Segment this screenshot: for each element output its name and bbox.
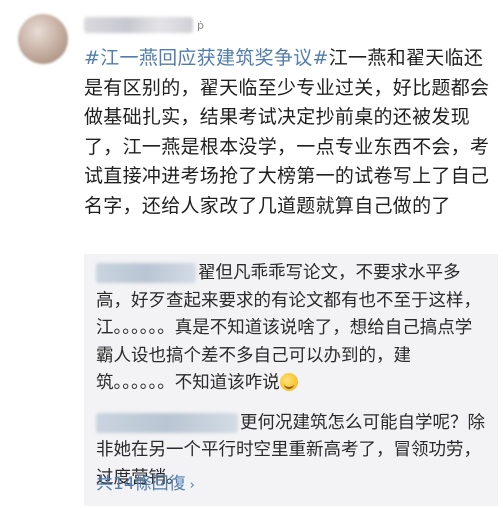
reply-username[interactable]: [96, 263, 196, 283]
avatar[interactable]: [18, 14, 68, 64]
more-replies-label: 共14條回復: [96, 474, 186, 494]
reply-username[interactable]: [96, 412, 238, 433]
reply-item: 翟但凡乖乖写论文，不要求水平多高，好歹查起来要求的有论文都有也不至于这样，江。。…: [96, 260, 486, 398]
blurred-username: [84, 17, 194, 33]
replies-panel: 翟但凡乖乖写论文，不要求水平多高，好歹查起来要求的有论文都有也不至于这样，江。。…: [84, 254, 498, 506]
comment-text: 江一燕和翟天临还是有区别的，翟天临至少专业过关，好比题都会做基础扎实，结果考试决…: [84, 47, 490, 217]
username-tail: ṗ: [197, 18, 204, 32]
more-replies-link[interactable]: 共14條回復 ›: [96, 469, 195, 494]
chevron-right-icon: ›: [189, 478, 195, 493]
hashtag-link[interactable]: #江一燕回应获建筑奖争议#: [84, 47, 329, 69]
grinning-sweat-emoji-icon: [279, 373, 298, 391]
comment-username[interactable]: ṗ: [84, 16, 204, 34]
comment-body: #江一燕回应获建筑奖争议#江一燕和翟天临还是有区别的，翟天临至少专业过关，好比题…: [84, 44, 494, 221]
